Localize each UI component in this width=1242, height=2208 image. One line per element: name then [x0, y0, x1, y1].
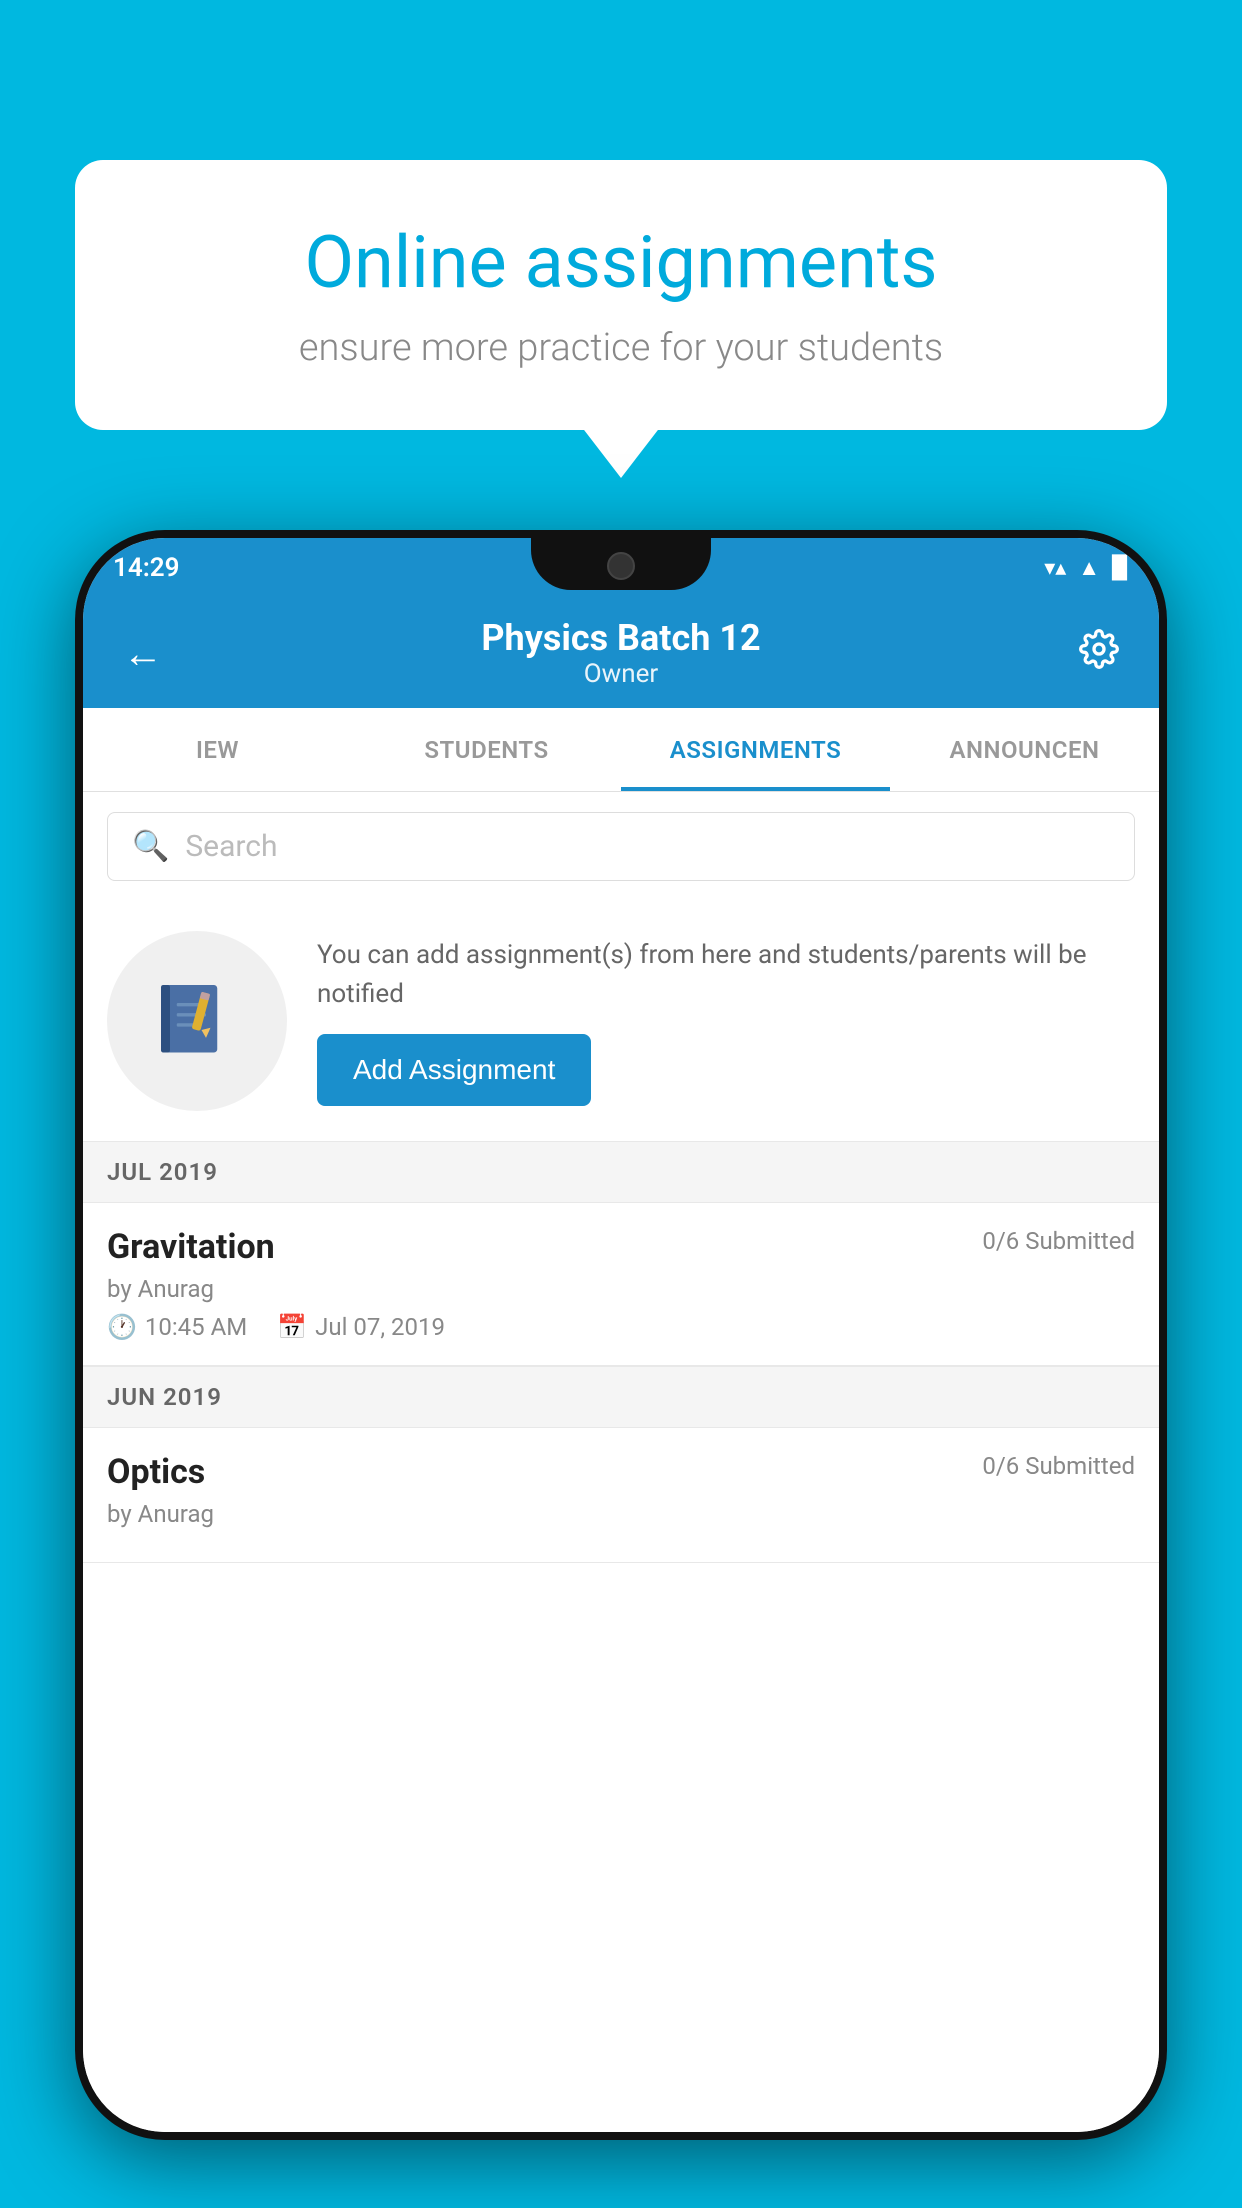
promo-block: You can add assignment(s) from here and … [83, 901, 1159, 1141]
app-bar-subtitle: Owner [173, 659, 1069, 689]
assignment-by: by Anurag [107, 1275, 1135, 1303]
assignment-title: Gravitation [107, 1227, 275, 1267]
screen-content: 🔍 Search [83, 792, 1159, 2132]
app-bar-title-section: Physics Batch 12 Owner [173, 617, 1069, 689]
assignment-date: 📅 Jul 07, 2019 [277, 1313, 445, 1341]
search-bar[interactable]: 🔍 Search [107, 812, 1135, 881]
assignment-status: 0/6 Submitted [982, 1227, 1135, 1255]
assignment-time: 🕐 10:45 AM [107, 1313, 247, 1341]
search-container: 🔍 Search [83, 792, 1159, 901]
wifi-icon: ▾▴ [1044, 556, 1066, 581]
front-camera [607, 552, 635, 580]
clock-icon: 🕐 [107, 1313, 137, 1341]
tab-students[interactable]: STUDENTS [352, 708, 621, 791]
tab-assignments[interactable]: ASSIGNMENTS [621, 708, 890, 791]
calendar-icon: 📅 [277, 1313, 307, 1341]
speech-bubble-container: Online assignments ensure more practice … [75, 160, 1167, 430]
tab-iew[interactable]: IEW [83, 708, 352, 791]
speech-bubble: Online assignments ensure more practice … [75, 160, 1167, 430]
tab-bar: IEW STUDENTS ASSIGNMENTS ANNOUNCEN [83, 708, 1159, 792]
phone-notch [531, 538, 711, 590]
speech-bubble-subtitle: ensure more practice for your students [155, 326, 1087, 370]
assignment-title-optics: Optics [107, 1452, 205, 1492]
status-time: 14:29 [113, 553, 180, 583]
search-icon: 🔍 [132, 829, 169, 864]
assignment-item-gravitation[interactable]: Gravitation 0/6 Submitted by Anurag 🕐 10… [83, 1203, 1159, 1366]
add-assignment-button[interactable]: Add Assignment [317, 1034, 591, 1106]
assignment-status-optics: 0/6 Submitted [982, 1452, 1135, 1480]
battery-icon: ▉ [1112, 556, 1129, 581]
back-button[interactable]: ← [113, 620, 173, 687]
assignment-by-optics: by Anurag [107, 1500, 1135, 1528]
phone-frame: 14:29 ▾▴ ▲ ▉ ← Physics Batch 12 Owner [75, 530, 1167, 2140]
promo-text: You can add assignment(s) from here and … [317, 936, 1135, 1014]
app-bar: ← Physics Batch 12 Owner [83, 598, 1159, 708]
status-icons: ▾▴ ▲ ▉ [1044, 555, 1129, 581]
assignment-header-row: Gravitation 0/6 Submitted [107, 1227, 1135, 1267]
assignment-header-row-optics: Optics 0/6 Submitted [107, 1452, 1135, 1492]
search-placeholder: Search [185, 829, 277, 864]
assignment-meta: 🕐 10:45 AM 📅 Jul 07, 2019 [107, 1313, 1135, 1341]
section-jul-2019: JUL 2019 [83, 1141, 1159, 1203]
phone-screen: 14:29 ▾▴ ▲ ▉ ← Physics Batch 12 Owner [83, 538, 1159, 2132]
notebook-icon [152, 976, 242, 1066]
tab-announcements[interactable]: ANNOUNCEN [890, 708, 1159, 791]
assignment-item-optics[interactable]: Optics 0/6 Submitted by Anurag [83, 1428, 1159, 1563]
speech-bubble-title: Online assignments [155, 220, 1087, 306]
signal-icon: ▲ [1078, 555, 1100, 581]
promo-right: You can add assignment(s) from here and … [317, 936, 1135, 1106]
settings-button[interactable] [1069, 619, 1129, 688]
promo-icon-circle [107, 931, 287, 1111]
app-bar-title: Physics Batch 12 [173, 617, 1069, 659]
section-jun-2019: JUN 2019 [83, 1366, 1159, 1428]
